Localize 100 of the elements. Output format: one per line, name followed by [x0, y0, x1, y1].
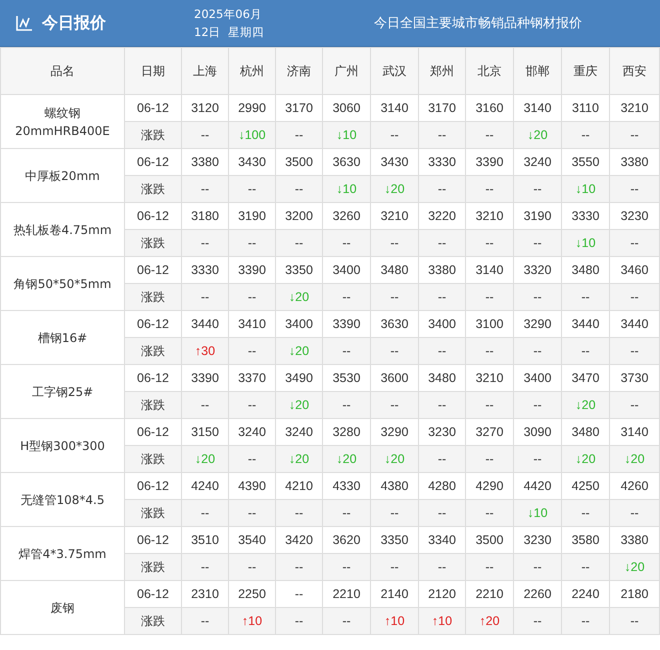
price-cell: 2260 [514, 580, 562, 608]
price-cell: 3630 [370, 310, 418, 338]
change-cell: ↓20 [610, 554, 660, 580]
change-cell: ↓20 [562, 446, 610, 472]
change-cell: ↓20 [370, 446, 418, 472]
date-cell: 06-12 [124, 148, 182, 176]
change-label: 涨跌 [124, 176, 182, 202]
price-cell: 4390 [228, 472, 276, 500]
price-cell: 4420 [514, 472, 562, 500]
change-cell: ↓20 [370, 176, 418, 202]
price-cell: 3480 [562, 256, 610, 284]
change-cell: -- [514, 554, 562, 580]
price-cell: 3200 [276, 202, 322, 230]
column-header: 上海 [182, 48, 228, 94]
change-cell: ↓20 [276, 392, 322, 418]
price-cell: 3120 [182, 94, 228, 122]
price-cell: 3170 [276, 94, 322, 122]
change-cell: ↑10 [228, 608, 276, 634]
change-cell: -- [322, 500, 370, 526]
change-cell: -- [466, 392, 514, 418]
change-cell: ↑10 [418, 608, 466, 634]
column-header: 邯郸 [514, 48, 562, 94]
price-cell: 3500 [276, 148, 322, 176]
page-subtitle: 今日全国主要城市畅销品种钢材报价 [374, 15, 582, 32]
price-cell: 3480 [562, 418, 610, 446]
price-cell: 3730 [610, 364, 660, 392]
change-cell: -- [610, 284, 660, 310]
price-cell: 3400 [418, 310, 466, 338]
price-cell: 3510 [182, 526, 228, 554]
price-cell: 3490 [276, 364, 322, 392]
change-cell: ↓20 [514, 122, 562, 148]
price-cell: 3140 [610, 418, 660, 446]
price-cell: 3140 [514, 94, 562, 122]
change-cell: -- [276, 230, 322, 256]
price-cell: 2120 [418, 580, 466, 608]
change-cell: -- [228, 392, 276, 418]
change-cell: ↓20 [322, 446, 370, 472]
price-cell: 3400 [514, 364, 562, 392]
change-cell: -- [466, 554, 514, 580]
change-cell: ↓20 [276, 338, 322, 364]
change-cell: -- [276, 500, 322, 526]
chart-icon [16, 16, 33, 30]
price-cell: 3190 [514, 202, 562, 230]
date-cell: 06-12 [124, 94, 182, 122]
change-cell: -- [322, 392, 370, 418]
price-cell: 3440 [562, 310, 610, 338]
change-cell: -- [610, 230, 660, 256]
change-cell: -- [276, 176, 322, 202]
change-cell: -- [562, 284, 610, 310]
change-cell: -- [418, 338, 466, 364]
price-cell: 3290 [514, 310, 562, 338]
price-cell: 3580 [562, 526, 610, 554]
change-cell: -- [466, 500, 514, 526]
price-cell: 3550 [562, 148, 610, 176]
product-name: H型钢300*300 [0, 418, 124, 472]
change-cell: -- [276, 122, 322, 148]
price-cell: 3380 [418, 256, 466, 284]
column-header: 杭州 [228, 48, 276, 94]
change-cell: -- [370, 122, 418, 148]
change-cell: -- [228, 176, 276, 202]
change-cell: -- [514, 392, 562, 418]
change-cell: ↓20 [610, 446, 660, 472]
change-cell: -- [276, 554, 322, 580]
price-cell: 3330 [182, 256, 228, 284]
change-label: 涨跌 [124, 500, 182, 526]
column-header: 西安 [610, 48, 660, 94]
change-cell: -- [322, 284, 370, 310]
price-cell: 3390 [182, 364, 228, 392]
change-cell: -- [370, 338, 418, 364]
price-cell: 3350 [276, 256, 322, 284]
change-cell: ↓10 [322, 122, 370, 148]
change-cell: -- [370, 284, 418, 310]
change-label: 涨跌 [124, 122, 182, 148]
change-cell: -- [370, 500, 418, 526]
change-cell: -- [322, 554, 370, 580]
price-cell: 3230 [610, 202, 660, 230]
change-label: 涨跌 [124, 338, 182, 364]
price-cell: 3140 [370, 94, 418, 122]
price-cell: 2210 [466, 580, 514, 608]
change-cell: -- [182, 392, 228, 418]
change-cell: -- [418, 446, 466, 472]
change-cell: -- [418, 122, 466, 148]
price-cell: 3240 [276, 418, 322, 446]
column-header: 武汉 [370, 48, 418, 94]
change-cell: ↓10 [562, 230, 610, 256]
change-label: 涨跌 [124, 284, 182, 310]
price-cell: 3260 [322, 202, 370, 230]
price-cell: 3400 [276, 310, 322, 338]
price-cell: 4240 [182, 472, 228, 500]
change-cell: -- [370, 554, 418, 580]
price-cell: 3500 [466, 526, 514, 554]
column-header: 日期 [124, 48, 182, 94]
price-cell: 3330 [562, 202, 610, 230]
price-cell: 2240 [562, 580, 610, 608]
price-cell: 3380 [610, 526, 660, 554]
change-cell: -- [466, 446, 514, 472]
change-cell: -- [514, 338, 562, 364]
column-header: 广州 [322, 48, 370, 94]
change-cell: ↓10 [562, 176, 610, 202]
price-cell: 3430 [228, 148, 276, 176]
